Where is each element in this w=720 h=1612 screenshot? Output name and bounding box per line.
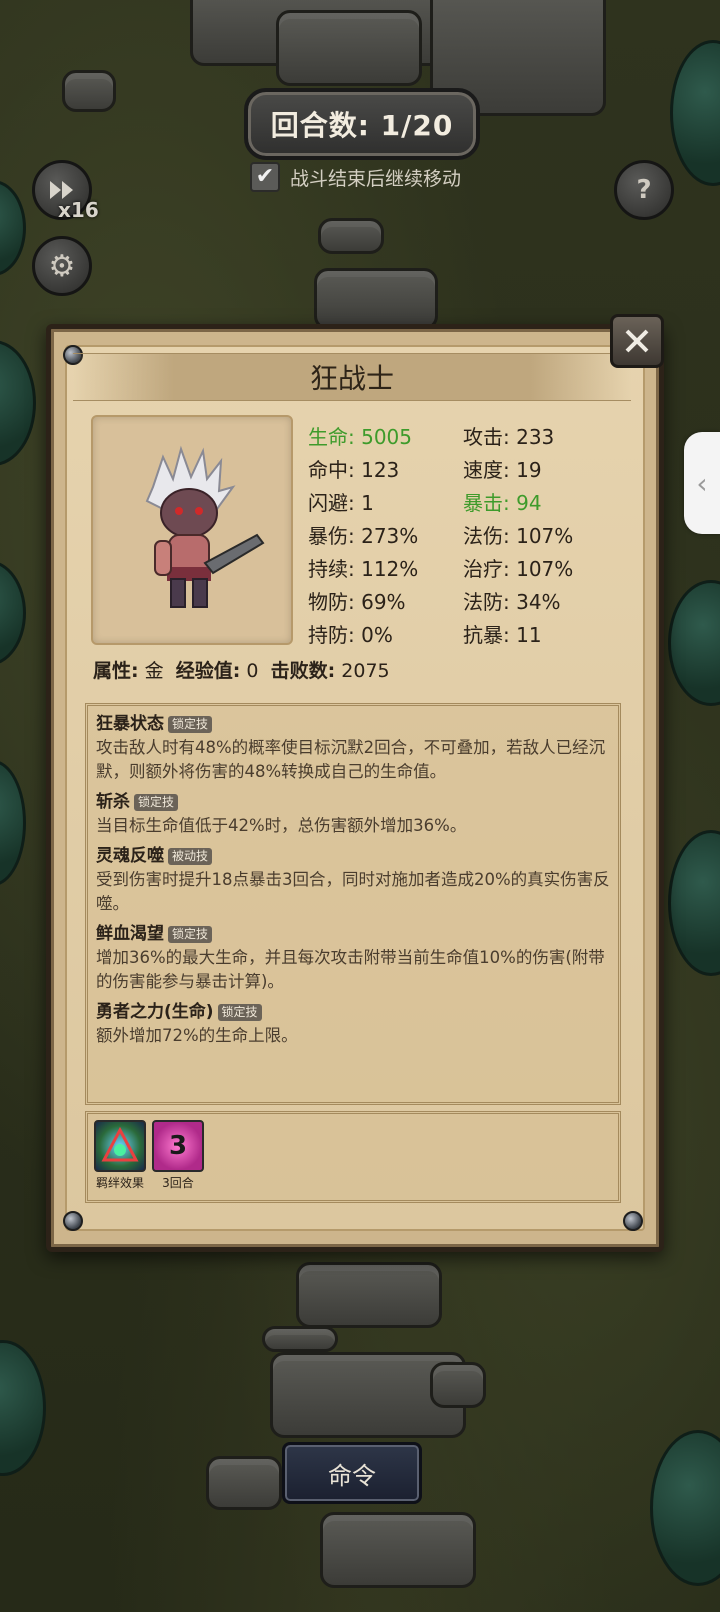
stat-magic-damage: 法伤: 107% <box>463 524 574 548</box>
skill-name: 斩杀 <box>96 792 130 812</box>
skill-name: 狂暴状态 <box>96 714 164 734</box>
skill-description: 攻击敌人时有48%的概率使目标沉默2回合，不可叠加，若敌人已经沉默，则额外将伤害… <box>96 738 606 781</box>
buff-label: 羁绊效果 <box>95 1176 144 1190</box>
question-icon: ? <box>636 175 652 205</box>
hero-detail-panel: 狂战士 生命: 5005 攻击: 233 命中: 123 速度: 19 闪避: … <box>46 324 664 1252</box>
round-counter: 回合数: 1/20 <box>244 88 480 160</box>
skill-tag: 锁定技 <box>217 1003 262 1021</box>
stat-crit-resist: 抗暴: 11 <box>463 623 542 647</box>
rivet-icon <box>623 1211 643 1231</box>
stat-row: 生命: 5005 攻击: 233 <box>308 419 638 452</box>
bond-effect-icon <box>94 1120 146 1172</box>
skill-entry: 斩杀 锁定技 当目标生命值低于42%时，总伤害额外增加36%。 <box>88 790 618 838</box>
exp-label: 经验值: <box>175 660 241 682</box>
stat-speed: 速度: 19 <box>463 458 542 482</box>
stat-row: 暴伤: 273% 法伤: 107% <box>308 518 638 551</box>
continue-checkbox[interactable]: ✔ <box>250 162 280 192</box>
continue-label: 战斗结束后继续移动 <box>290 167 462 190</box>
stat-magic-defense: 法防: 34% <box>463 590 561 614</box>
stat-hp: 生命: 5005 <box>308 425 412 449</box>
stat-accuracy: 命中: 123 <box>308 458 400 482</box>
hero-info-row: 属性: 金 经验值: 0 击败数: 2075 <box>93 656 390 683</box>
stat-row: 持续: 112% 治疗: 107% <box>308 551 638 584</box>
side-drawer-tab[interactable]: ‹ <box>684 432 720 534</box>
skills-list: 狂暴状态 锁定技 攻击敌人时有48%的概率使目标沉默2回合，不可叠加，若敌人已经沉… <box>85 703 621 1105</box>
stat-physical-defense: 物防: 69% <box>308 590 406 614</box>
close-button[interactable] <box>610 314 664 368</box>
skill-description: 受到伤害时提升18点暴击3回合，同时对施加者造成20%的真实伤害反噬。 <box>96 870 610 913</box>
speed-multiplier: x16 <box>58 198 99 222</box>
skill-name: 勇者之力(生命) <box>96 1002 214 1022</box>
exp-value: 0 <box>246 660 259 682</box>
skill-entry: 狂暴状态 锁定技 攻击敌人时有48%的概率使目标沉默2回合，不可叠加，若敌人已经沉… <box>88 712 618 784</box>
buff-list: 羁绊效果 3 3回合 <box>85 1111 621 1203</box>
attribute-label: 属性: <box>93 660 139 682</box>
stat-healing: 治疗: 107% <box>463 557 574 581</box>
skill-description: 额外增加72%的生命上限。 <box>96 1026 298 1045</box>
stat-row: 物防: 69% 法防: 34% <box>308 584 638 617</box>
stat-dodge: 闪避: 1 <box>308 491 374 515</box>
settings-button[interactable]: ⚙ <box>32 236 92 296</box>
stat-row: 命中: 123 速度: 19 <box>308 452 638 485</box>
crossed-swords-close-icon <box>625 329 649 353</box>
skill-tag: 锁定技 <box>134 793 179 811</box>
continue-after-battle-toggle[interactable]: ✔ 战斗结束后继续移动 <box>250 160 461 194</box>
hero-name: 狂战士 <box>309 362 394 395</box>
skill-entry: 灵魂反噬 被动技 受到伤害时提升18点暴击3回合，同时对施加者造成20%的真实伤害… <box>88 844 618 916</box>
stat-dot-defense: 持防: 0% <box>308 623 393 647</box>
skill-name: 灵魂反噬 <box>96 846 164 866</box>
skill-entry: 勇者之力(生命) 锁定技 额外增加72%的生命上限。 <box>88 1000 618 1048</box>
skill-tag: 锁定技 <box>168 925 213 943</box>
buff-three-rounds[interactable]: 3 3回合 <box>152 1120 204 1191</box>
command-label: 命令 <box>328 1461 376 1490</box>
stat-row: 持防: 0% 抗暴: 11 <box>308 617 638 650</box>
chevron-left-icon: ‹ <box>696 466 708 500</box>
check-icon: ✔ <box>255 164 275 189</box>
skill-name: 鲜血渴望 <box>96 924 164 944</box>
attribute-value: 金 <box>144 660 164 682</box>
command-button[interactable]: 命令 <box>282 1442 422 1504</box>
stat-crit-damage: 暴伤: 273% <box>308 524 419 548</box>
kills-label: 击败数: <box>270 660 336 682</box>
hero-stats: 生命: 5005 攻击: 233 命中: 123 速度: 19 闪避: 1 暴击… <box>308 419 638 650</box>
skill-entry: 鲜血渴望 锁定技 增加36%的最大生命，并且每次攻击附带当前生命值10%的伤害(附… <box>88 922 618 994</box>
stat-duration: 持续: 112% <box>308 557 419 581</box>
kills-value: 2075 <box>341 660 390 682</box>
buff-bond-effect[interactable]: 羁绊效果 <box>94 1120 146 1191</box>
buff-label: 3回合 <box>162 1176 194 1190</box>
skill-tag: 锁定技 <box>168 715 213 733</box>
stat-row: 闪避: 1 暴击: 94 <box>308 485 638 518</box>
help-button[interactable]: ? <box>614 160 674 220</box>
hero-portrait <box>91 415 293 645</box>
gear-icon: ⚙ <box>48 248 76 284</box>
three-rounds-icon: 3 <box>152 1120 204 1172</box>
stat-crit: 暴击: 94 <box>463 491 542 515</box>
rivet-icon <box>63 1211 83 1231</box>
berserker-character-icon <box>145 445 265 608</box>
skill-description: 增加36%的最大生命，并且每次攻击附带当前生命值10%的伤害(附带的伤害能参与暴… <box>96 948 605 991</box>
hero-name-banner: 狂战士 <box>73 353 631 401</box>
stat-attack: 攻击: 233 <box>463 425 555 449</box>
skill-description: 当目标生命值低于42%时，总伤害额外增加36%。 <box>96 816 467 835</box>
buff-number: 3 <box>168 1131 188 1161</box>
skill-tag: 被动技 <box>168 847 213 865</box>
round-counter-text: 回合数: 1/20 <box>270 109 454 142</box>
